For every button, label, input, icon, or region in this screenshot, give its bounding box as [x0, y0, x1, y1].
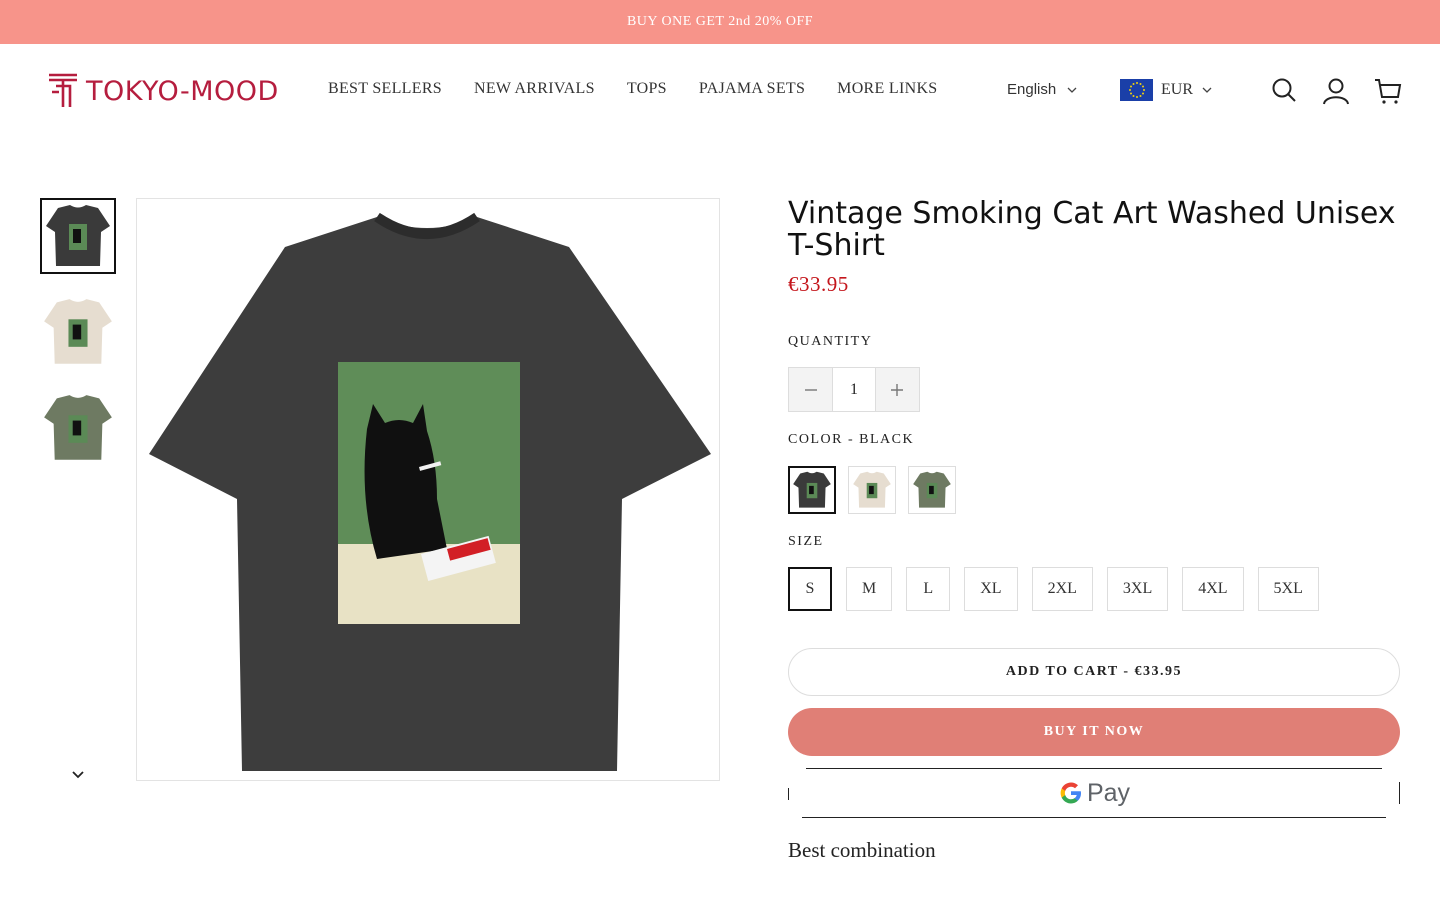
- best-combination-heading: Best combination: [788, 838, 936, 862]
- thumbnail-green[interactable]: [40, 390, 116, 466]
- tshirt-black-image: [149, 212, 711, 771]
- color-swatches: [788, 466, 956, 514]
- color-swatch-black[interactable]: [788, 466, 836, 514]
- chevron-down-icon: [1067, 87, 1077, 93]
- size-option-m[interactable]: M: [846, 567, 893, 611]
- product-info: Vintage Smoking Cat Art Washed Unisex T-…: [788, 198, 1400, 297]
- announcement-text: BUY ONE GET 2nd 20% OFF: [626, 14, 814, 29]
- chevron-down-icon: [1202, 87, 1212, 93]
- tshirt-black-thumb: [46, 205, 110, 266]
- currency-selector[interactable]: EUR: [1120, 79, 1213, 101]
- product-price: €33.95: [788, 272, 849, 296]
- cart-icon[interactable]: [1374, 77, 1402, 105]
- color-swatch-green[interactable]: [908, 466, 956, 514]
- quantity-stepper: 1: [788, 367, 920, 412]
- tshirt-beige-thumb: [44, 299, 112, 364]
- thumbnail-scroll-down-icon[interactable]: [70, 768, 86, 782]
- account-icon[interactable]: [1322, 77, 1350, 105]
- plus-icon: [891, 383, 904, 396]
- google-pay-button[interactable]: Pay: [788, 768, 1400, 818]
- gpay-label: Pay: [1086, 778, 1131, 807]
- main-nav: BEST SELLERS NEW ARRIVALS TOPS PAJAMA SE…: [328, 80, 970, 98]
- size-option-xl[interactable]: XL: [964, 567, 1018, 611]
- product-title: Vintage Smoking Cat Art Washed Unisex T-…: [788, 196, 1396, 263]
- quantity-input[interactable]: 1: [832, 368, 876, 411]
- quantity-label: QUANTITY: [788, 334, 873, 349]
- google-g-icon: [1060, 782, 1081, 804]
- currency-label: EUR: [1161, 81, 1193, 98]
- thumbnail-list: [40, 198, 116, 486]
- thumbnail-black[interactable]: [40, 198, 116, 274]
- thumbnail-beige[interactable]: [40, 294, 116, 370]
- nav-tops[interactable]: TOPS: [627, 80, 667, 98]
- tshirt-green-thumb: [44, 395, 112, 460]
- language-selector[interactable]: English: [1007, 81, 1078, 98]
- size-option-3xl[interactable]: 3XL: [1106, 567, 1169, 611]
- nav-new-arrivals[interactable]: NEW ARRIVALS: [474, 80, 595, 98]
- add-to-cart-button[interactable]: ADD TO CART - €33.95: [788, 648, 1400, 696]
- logo-icon: [49, 73, 77, 107]
- size-option-5xl[interactable]: 5XL: [1257, 567, 1319, 611]
- announcement-bar: BUY ONE GET 2nd 20% OFF: [0, 0, 1440, 44]
- size-option-l[interactable]: L: [906, 567, 951, 611]
- brand-name: TOKYO-MOOD: [86, 75, 279, 107]
- buy-now-button[interactable]: BUY IT NOW: [788, 708, 1400, 756]
- site-header: TOKYO-MOOD BEST SELLERS NEW ARRIVALS TOP…: [0, 44, 1440, 136]
- size-option-4xl[interactable]: 4XL: [1182, 567, 1244, 611]
- quantity-increase-button[interactable]: [875, 368, 920, 411]
- tshirt-green-swatch-icon: [913, 471, 951, 508]
- product-main-image[interactable]: [136, 198, 720, 781]
- color-label: COLOR - BLACK: [788, 432, 915, 447]
- minus-icon: [804, 388, 817, 391]
- size-option-2xl[interactable]: 2XL: [1031, 567, 1093, 611]
- size-option-s[interactable]: S: [788, 567, 832, 611]
- size-label: SIZE: [788, 534, 824, 549]
- nav-best-sellers[interactable]: BEST SELLERS: [328, 80, 442, 98]
- eu-flag-icon: [1120, 79, 1153, 101]
- search-icon[interactable]: [1271, 77, 1297, 103]
- brand-logo[interactable]: TOKYO-MOOD: [46, 72, 279, 110]
- nav-pajama-sets[interactable]: PAJAMA SETS: [699, 80, 805, 98]
- nav-more-links[interactable]: MORE LINKS: [837, 80, 937, 98]
- language-label: English: [1007, 81, 1057, 98]
- tshirt-beige-swatch-icon: [853, 471, 891, 508]
- quantity-decrease-button[interactable]: [789, 368, 833, 411]
- size-options: S M L XL 2XL 3XL 4XL 5XL: [788, 567, 1319, 611]
- color-swatch-beige[interactable]: [848, 466, 896, 514]
- tshirt-black-swatch-icon: [793, 471, 831, 508]
